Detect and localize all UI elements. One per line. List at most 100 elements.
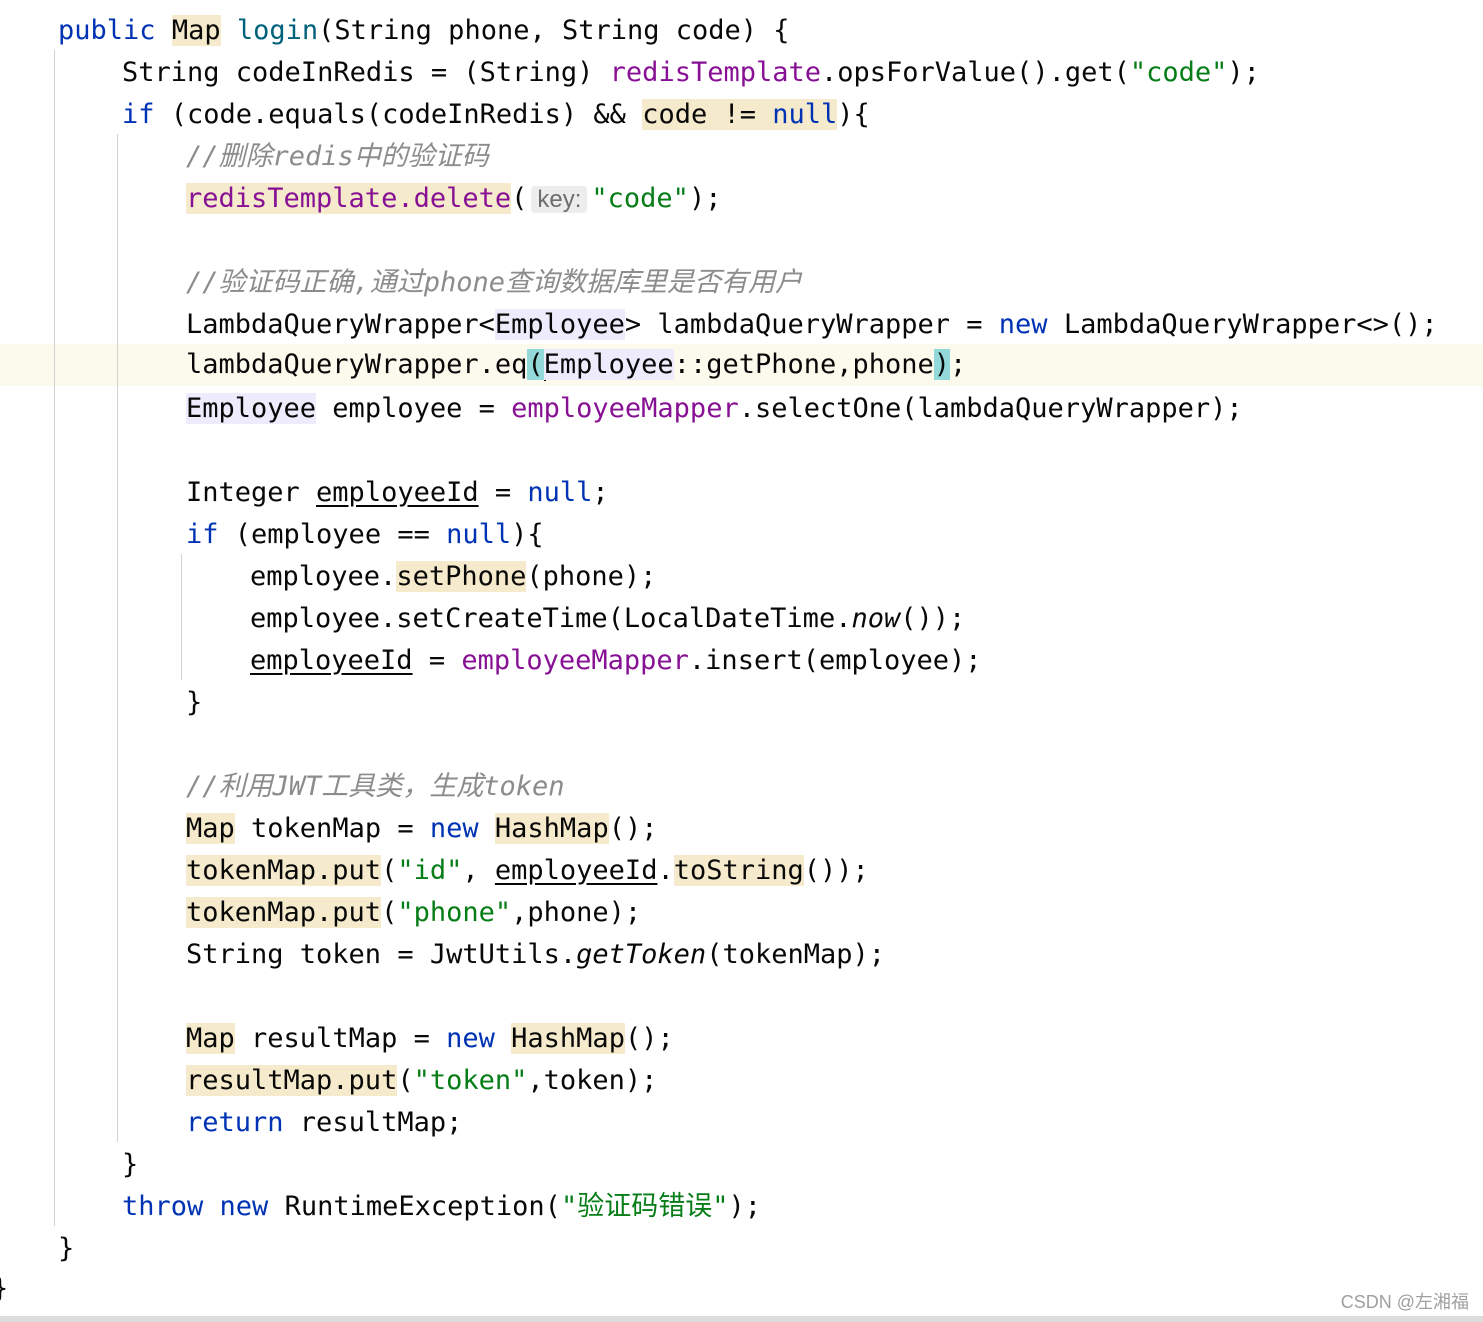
- type-name: Map: [186, 1023, 235, 1054]
- watermark: CSDN @左湘福: [1340, 1292, 1469, 1312]
- variable-name: employeeId: [316, 477, 479, 508]
- code-text: LambdaQueryWrapper<: [186, 309, 495, 340]
- code-line[interactable]: }: [0, 1268, 8, 1310]
- code-text: ());: [900, 603, 966, 634]
- code-text: (phone);: [526, 561, 657, 592]
- code-text: (employee ==: [218, 519, 447, 550]
- code-text: employee.setCreateTime(LocalDateTime.: [250, 603, 852, 634]
- code-text: ());: [803, 855, 869, 886]
- comment-text: //验证码正确,通过phone查询数据库里是否有用户: [186, 267, 803, 298]
- code-text: RuntimeException(: [268, 1191, 561, 1222]
- code-text: );: [688, 183, 722, 214]
- string-literal: "code": [1129, 57, 1228, 88]
- code-line[interactable]: employeeId = employeeMapper.insert(emplo…: [250, 640, 982, 682]
- matched-brace: ): [933, 349, 951, 380]
- code-text: resultMap =: [234, 1023, 447, 1054]
- code-line[interactable]: resultMap.put("token",token);: [186, 1060, 657, 1102]
- code-text: .insert(employee);: [688, 645, 982, 676]
- code-line[interactable]: throw new RuntimeException("验证码错误");: [122, 1186, 761, 1228]
- code-text: );: [728, 1191, 761, 1222]
- variable-name: employeeId: [250, 645, 413, 676]
- code-text: ){: [837, 99, 870, 130]
- code-line[interactable]: }: [122, 1144, 138, 1186]
- keyword: throw: [122, 1191, 204, 1222]
- code-text: ();: [624, 1023, 674, 1054]
- code-text: employee =: [316, 393, 512, 424]
- string-literal: "token": [413, 1065, 528, 1096]
- code-text: String codeInRedis = (String): [122, 57, 610, 88]
- highlighted-call: redisTemplate.delete: [186, 183, 512, 214]
- code-line[interactable]: redisTemplate.delete(key: "code");: [186, 178, 721, 220]
- code-text: (: [381, 897, 398, 928]
- highlighted-class: HashMap: [494, 813, 609, 844]
- code-line[interactable]: employee.setPhone(phone);: [250, 556, 656, 598]
- code-text: .: [657, 855, 674, 886]
- keyword: null: [527, 477, 593, 508]
- code-text: ,phone);: [511, 897, 642, 928]
- code-text: ::getPhone,phone: [673, 349, 934, 380]
- string-literal: "id": [397, 855, 463, 886]
- keyword: null: [772, 99, 838, 130]
- code-text: (code.equals(codeInRedis) &&: [154, 99, 643, 130]
- code-line[interactable]: public Map login(String phone, String co…: [58, 10, 790, 52]
- code-text: resultMap;: [283, 1107, 463, 1138]
- code-text: ){: [511, 519, 544, 550]
- code-line[interactable]: tokenMap.put("id", employeeId.toString()…: [186, 850, 869, 892]
- code-text: .selectOne(lambdaQueryWrapper);: [738, 393, 1243, 424]
- highlighted-class: HashMap: [511, 1023, 625, 1054]
- code-comment: //利用JWT工具类，生成token: [186, 766, 565, 808]
- code-text: =: [412, 645, 462, 676]
- type-name: Employee: [543, 349, 674, 380]
- code-line[interactable]: if (code.equals(codeInRedis) && code != …: [122, 94, 870, 136]
- highlighted-call: tokenMap.put: [186, 855, 382, 886]
- code-line[interactable]: if (employee == null){: [186, 514, 544, 556]
- code-line[interactable]: LambdaQueryWrapper<Employee> lambdaQuery…: [186, 304, 1438, 346]
- comment-text: //删除redis中的验证码: [186, 141, 489, 172]
- code-text: (: [511, 183, 528, 214]
- code-line[interactable]: }: [186, 682, 202, 724]
- code-line[interactable]: Employee employee = employeeMapper.selec…: [186, 388, 1243, 430]
- code-line[interactable]: return resultMap;: [186, 1102, 462, 1144]
- field-name: employeeMapper: [461, 645, 689, 676]
- code-text: (tokenMap);: [706, 939, 885, 970]
- code-line[interactable]: String codeInRedis = (String) redisTempl…: [122, 52, 1260, 94]
- horizontal-scrollbar[interactable]: [0, 1316, 1483, 1322]
- indent-guide: [54, 50, 55, 1226]
- keyword: new: [998, 309, 1048, 340]
- code-line[interactable]: Map tokenMap = new HashMap();: [186, 808, 657, 850]
- code-text: ;: [950, 349, 967, 380]
- highlighted-call: resultMap.put: [186, 1065, 398, 1096]
- keyword: new: [219, 1191, 269, 1222]
- code-line[interactable]: Map resultMap = new HashMap();: [186, 1018, 674, 1060]
- keyword: public: [58, 15, 156, 46]
- code-text: ;: [592, 477, 609, 508]
- type-name: Employee: [494, 309, 625, 340]
- code-line[interactable]: tokenMap.put("phone",phone);: [186, 892, 641, 934]
- indent-guide: [181, 554, 182, 680]
- code-line[interactable]: lambdaQueryWrapper.eq(Employee::getPhone…: [186, 344, 966, 386]
- code-editor[interactable]: public Map login(String phone, String co…: [0, 0, 1483, 1316]
- code-text: Integer: [186, 477, 317, 508]
- highlighted-call: tokenMap.put: [186, 897, 382, 928]
- field-name: redisTemplate: [609, 57, 821, 88]
- method-name: login: [236, 15, 319, 46]
- code-line[interactable]: Integer employeeId = null;: [186, 472, 609, 514]
- code-text: tokenMap =: [234, 813, 430, 844]
- code-text: }: [186, 687, 203, 718]
- code-text: );: [1227, 57, 1260, 88]
- matched-brace: (: [527, 349, 544, 380]
- code-line[interactable]: employee.setCreateTime(LocalDateTime.now…: [250, 598, 965, 640]
- keyword: if: [122, 99, 155, 130]
- highlighted-expression: code !=: [642, 99, 773, 130]
- string-literal: "code": [591, 183, 689, 214]
- code-line[interactable]: String token = JwtUtils.getToken(tokenMa…: [186, 934, 885, 976]
- parameter-hint: key:: [531, 186, 588, 213]
- code-text: (: [397, 1065, 414, 1096]
- code-text: .opsForValue().get(: [821, 57, 1130, 88]
- comment-text: //利用JWT工具类，生成token: [186, 771, 565, 802]
- code-line[interactable]: }: [58, 1228, 74, 1270]
- code-text: String token = JwtUtils.: [186, 939, 577, 970]
- type-name: Map: [186, 813, 235, 844]
- code-text: employee.: [250, 561, 397, 592]
